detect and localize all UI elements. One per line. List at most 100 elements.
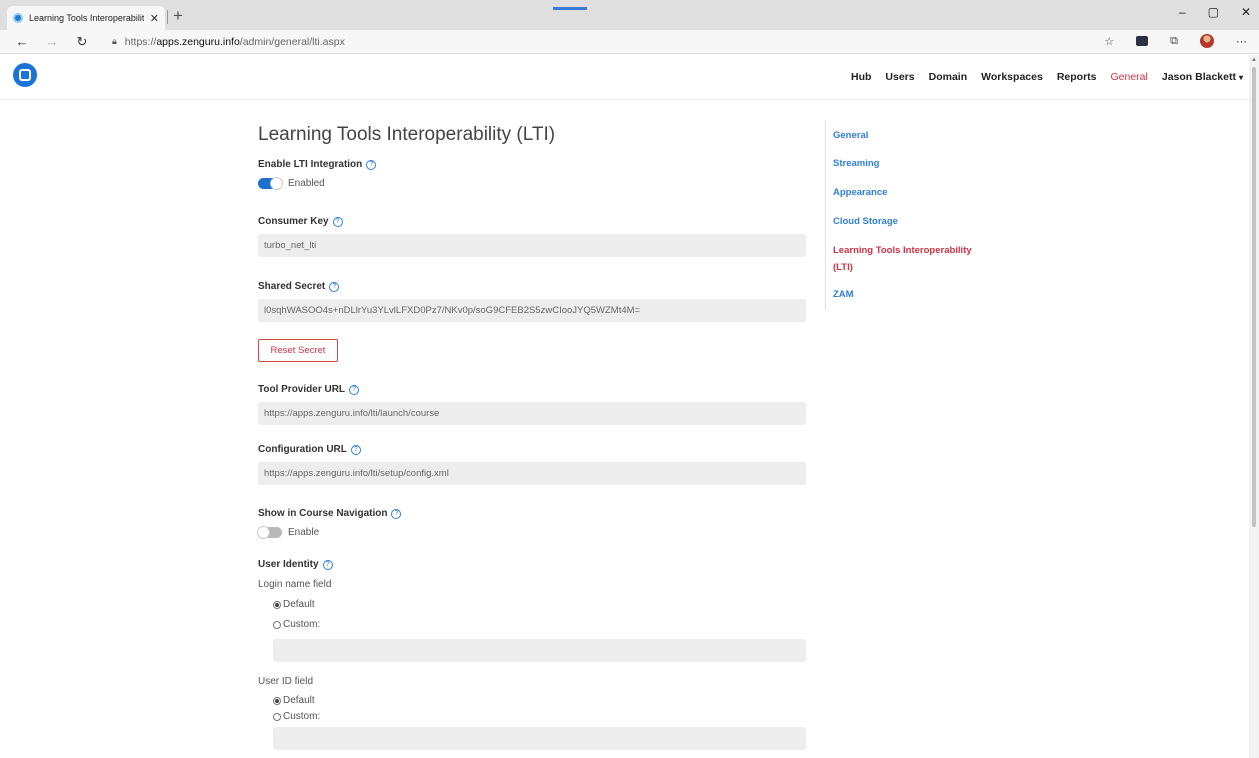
app-logo-icon[interactable] <box>13 63 37 87</box>
sidebar-item-streaming[interactable]: Streaming <box>833 155 983 172</box>
url-path: /admin/general/lti.aspx <box>239 35 345 48</box>
user-id-default-radio[interactable]: Default <box>273 695 315 706</box>
refresh-icon[interactable]: ↻ <box>74 34 90 50</box>
more-icon[interactable]: ⋯ <box>1236 35 1247 48</box>
reset-secret-button[interactable]: Reset Secret <box>258 339 338 362</box>
user-menu[interactable]: Jason Blackett ▾ <box>1162 71 1243 83</box>
toggle-switch[interactable] <box>258 177 283 190</box>
show-in-course-nav-label-text: Show in Course Navigation <box>258 508 388 519</box>
nav-hub[interactable]: Hub <box>851 71 871 83</box>
user-identity-label: User Identity? <box>258 559 333 570</box>
new-tab-button[interactable]: + <box>173 7 183 25</box>
sidebar-item-appearance[interactable]: Appearance <box>833 184 983 201</box>
radio-checked-icon[interactable] <box>273 600 281 609</box>
scrollbar-thumb[interactable] <box>1252 67 1256 527</box>
lock-icon[interactable]: 🔒︎ <box>112 36 117 47</box>
nav-reports[interactable]: Reports <box>1057 71 1097 83</box>
help-icon[interactable]: ? <box>329 282 340 292</box>
chevron-down-icon: ▾ <box>1238 73 1243 82</box>
user-id-field-label: User ID field <box>258 676 314 687</box>
nav-general[interactable]: General <box>1111 71 1148 83</box>
url-scheme: https:// <box>124 35 157 48</box>
toggle-state-label: Enable <box>288 527 320 538</box>
app-header: Hub Users Domain Workspaces Reports Gene… <box>0 55 1259 100</box>
window-controls: – ▢ ✕ <box>1179 5 1251 19</box>
login-name-field-label: Login name field <box>258 579 332 590</box>
help-icon[interactable]: ? <box>349 385 360 395</box>
user-id-custom-radio[interactable]: Custom: <box>273 711 320 722</box>
shared-secret-field[interactable]: l0sqhWASOO4s+nDLlrYu3YLvlLFXD0Pz7/NKv0p/… <box>258 299 806 322</box>
radio-label: Custom: <box>283 711 321 722</box>
enable-lti-toggle[interactable]: Enabled <box>258 177 325 190</box>
url-field[interactable]: https://apps.zenguru.info/admin/general/… <box>125 36 345 48</box>
configuration-url-field[interactable]: https://apps.zenguru.info/lti/setup/conf… <box>258 462 806 485</box>
help-icon[interactable]: ? <box>332 217 343 227</box>
tab-title: Learning Tools Interoperability <box>29 13 144 23</box>
sidebar-item-lti[interactable]: Learning Tools Interoperability (LTI) <box>833 242 983 276</box>
tabstrip-indicator <box>553 7 587 10</box>
collections-icon[interactable]: ⧉ <box>1170 35 1178 48</box>
radio-label: Default <box>283 695 315 706</box>
tool-provider-url-label: Tool Provider URL? <box>258 384 360 395</box>
configuration-url-label: Configuration URL? <box>258 444 361 455</box>
user-name: Jason Blackett <box>1161 71 1236 83</box>
settings-sidebar: General Streaming Appearance Cloud Stora… <box>825 121 995 310</box>
nav-users[interactable]: Users <box>885 71 914 83</box>
restore-icon[interactable]: ▢ <box>1208 5 1219 19</box>
tool-provider-url-label-text: Tool Provider URL <box>258 384 346 395</box>
nav-domain[interactable]: Domain <box>929 71 968 83</box>
help-icon[interactable]: ? <box>350 445 361 455</box>
show-in-course-nav-label: Show in Course Navigation? <box>258 508 402 519</box>
help-icon[interactable]: ? <box>322 560 333 570</box>
login-name-default-radio[interactable]: Default <box>273 599 315 610</box>
radio-checked-icon[interactable] <box>273 696 281 705</box>
top-navigation: Hub Users Domain Workspaces Reports Gene… <box>851 71 1243 83</box>
enable-lti-label: Enable LTI Integration? <box>258 159 377 170</box>
tab-close-icon[interactable]: ✕ <box>150 12 159 25</box>
minimize-icon[interactable]: – <box>1179 5 1186 19</box>
forward-icon[interactable]: → <box>44 34 60 49</box>
browser-tab[interactable]: Learning Tools Interoperability ✕ <box>7 6 165 30</box>
toggle-knob <box>270 177 283 190</box>
sidebar-item-general[interactable]: General <box>833 127 983 144</box>
toggle-state-label: Enabled <box>288 178 325 189</box>
sidebar-item-zam[interactable]: ZAM <box>833 286 983 303</box>
radio-unchecked-icon[interactable] <box>273 712 281 721</box>
browser-tabstrip: Learning Tools Interoperability ✕ + – ▢ … <box>0 0 1259 30</box>
sidebar-item-cloud-storage[interactable]: Cloud Storage <box>833 213 983 230</box>
radio-label: Default <box>283 599 315 610</box>
browser-toolbar: ☆ ⧉ ⋯ <box>1104 34 1247 48</box>
tool-provider-url-field[interactable]: https://apps.zenguru.info/lti/launch/cou… <box>258 402 806 425</box>
address-bar: ← → ↻ 🔒︎ https://apps.zenguru.info/admin… <box>0 30 1259 54</box>
toggle-knob <box>257 526 270 539</box>
configuration-url-label-text: Configuration URL <box>258 444 347 455</box>
toggle-switch[interactable] <box>257 526 282 539</box>
back-icon[interactable]: ← <box>14 34 30 49</box>
login-name-custom-radio[interactable]: Custom: <box>273 619 320 630</box>
user-identity-label-text: User Identity <box>258 559 319 570</box>
scroll-up-icon[interactable]: ▲ <box>1251 57 1257 63</box>
close-window-icon[interactable]: ✕ <box>1241 5 1251 19</box>
enable-lti-label-text: Enable LTI Integration <box>258 159 363 170</box>
nav-workspaces[interactable]: Workspaces <box>981 71 1043 83</box>
profile-avatar[interactable] <box>1200 34 1214 48</box>
login-name-custom-field[interactable] <box>273 639 806 662</box>
favorites-star-icon[interactable]: ☆ <box>1104 35 1114 48</box>
help-icon[interactable]: ? <box>366 160 377 170</box>
radio-label: Custom: <box>283 619 321 630</box>
show-in-course-nav-toggle[interactable]: Enable <box>257 526 320 539</box>
extension-icon[interactable] <box>1136 36 1149 46</box>
url-host: apps.zenguru.info <box>156 35 240 48</box>
user-id-custom-field[interactable] <box>273 727 806 750</box>
tab-separator <box>167 10 168 24</box>
consumer-key-label: Consumer Key? <box>258 216 343 227</box>
help-icon[interactable]: ? <box>391 509 402 519</box>
shared-secret-label-text: Shared Secret <box>258 281 326 292</box>
shared-secret-label: Shared Secret? <box>258 281 340 292</box>
radio-unchecked-icon[interactable] <box>273 620 281 629</box>
site-favicon-icon <box>13 13 23 23</box>
page-title: Learning Tools Interoperability (LTI) <box>258 124 556 145</box>
consumer-key-label-text: Consumer Key <box>258 216 329 227</box>
consumer-key-field[interactable]: turbo_net_lti <box>258 234 806 257</box>
page-scrollbar[interactable]: ▲ <box>1249 55 1259 758</box>
